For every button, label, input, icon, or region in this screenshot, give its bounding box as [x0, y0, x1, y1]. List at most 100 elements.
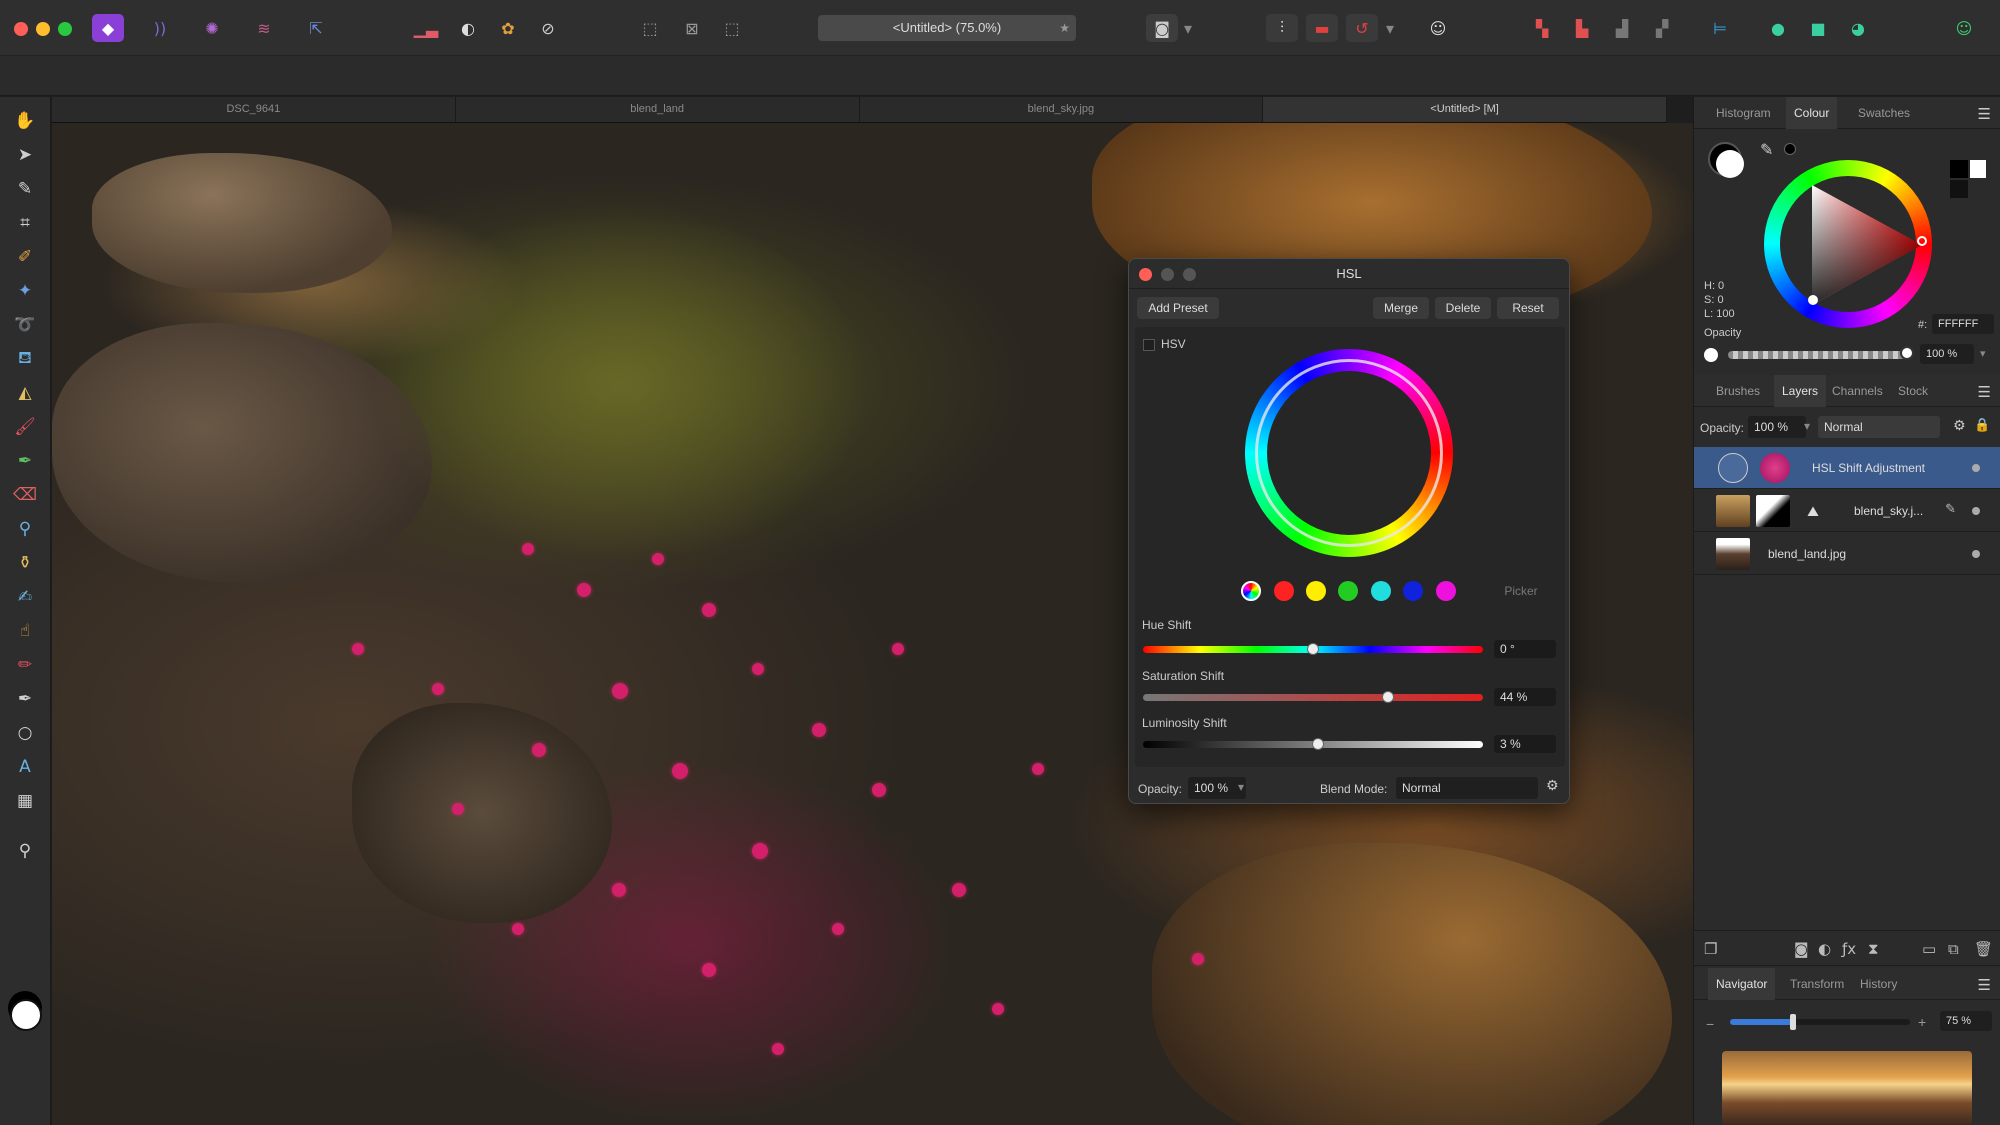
boolean-subtract-icon[interactable]: ■	[1802, 14, 1834, 42]
eyedropper-icon[interactable]: ✎	[1760, 140, 1773, 159]
hue-shift-slider[interactable]	[1143, 643, 1483, 655]
zoom-out-icon[interactable]: −	[1706, 1016, 1714, 1032]
zoom-window-button[interactable]	[58, 22, 72, 36]
tab-transform[interactable]: Transform	[1782, 968, 1852, 1000]
layer-row[interactable]: HSL Shift Adjustment	[1694, 447, 2000, 489]
selection-brush-icon[interactable]: ✐	[11, 243, 39, 271]
panel-menu-icon[interactable]: ☰	[1978, 383, 1991, 401]
hand-tool-icon[interactable]: ✋	[11, 107, 39, 135]
hue-marker[interactable]	[1917, 236, 1927, 246]
master-colour-swatch[interactable]	[1241, 581, 1261, 601]
picker-button[interactable]: Picker	[1496, 582, 1546, 600]
paint-brush-icon[interactable]: 🖌	[11, 413, 39, 441]
navigator-preview[interactable]	[1722, 1051, 1972, 1125]
hue-range-ring[interactable]	[1255, 359, 1443, 547]
auto-colour-icon[interactable]: ✿	[492, 14, 524, 42]
tab-channels[interactable]: Channels	[1824, 375, 1891, 407]
move-tool-icon[interactable]: ➤	[11, 141, 39, 169]
opacity-slider[interactable]	[1728, 351, 1906, 359]
saturation-marker[interactable]	[1808, 295, 1818, 305]
group-icon[interactable]: ▭	[1922, 940, 1936, 958]
close-window-button[interactable]	[14, 22, 28, 36]
add-layer-icon[interactable]: ❐	[1704, 940, 1717, 958]
doc-tab-dsc-9641[interactable]: DSC_9641	[52, 97, 456, 122]
close-dialog-button[interactable]	[1139, 268, 1152, 281]
panel-menu-icon[interactable]: ☰	[1978, 976, 1991, 994]
gradient-tool-icon[interactable]: ◭	[11, 379, 39, 407]
tab-history[interactable]: History	[1852, 968, 1905, 1000]
reset-button[interactable]: Reset	[1497, 297, 1559, 319]
ellipse-tool-icon[interactable]: ○	[11, 719, 39, 747]
layer-row[interactable]: ⛰ blend_sky.j... ✎	[1694, 490, 2000, 532]
flip-icon[interactable]: ▬	[1306, 14, 1338, 42]
invert-selection-icon[interactable]: ⬚	[716, 14, 748, 42]
zoom-knob[interactable]	[1790, 1014, 1796, 1030]
crop-tool-icon[interactable]: ⌗	[11, 209, 39, 237]
hue-shift-value[interactable]: 0 °	[1494, 640, 1556, 658]
clone-brush-icon[interactable]: ⚱	[11, 549, 39, 577]
doc-tab-blend-land[interactable]: blend_land	[456, 97, 860, 122]
white-swatch[interactable]	[1970, 160, 1986, 178]
minimize-dialog-button[interactable]	[1161, 268, 1174, 281]
saturation-shift-slider[interactable]	[1143, 691, 1483, 703]
tone-mapping-persona-icon[interactable]: ≋	[248, 14, 280, 42]
document-title[interactable]: <Untitled> (75.0%) ★	[818, 15, 1076, 41]
yellow-swatch[interactable]	[1306, 581, 1326, 601]
flood-select-icon[interactable]: ✦	[11, 277, 39, 305]
text-tool-icon[interactable]: A	[11, 753, 39, 781]
boolean-intersect-icon[interactable]: ◕	[1842, 14, 1874, 42]
layer-row[interactable]: blend_land.jpg	[1694, 533, 2000, 575]
arrange-front-icon[interactable]: ▚	[1526, 14, 1558, 42]
red-swatch[interactable]	[1274, 581, 1294, 601]
magenta-swatch[interactable]	[1436, 581, 1456, 601]
hue-shift-knob[interactable]	[1307, 643, 1319, 655]
layers-blend-mode-select[interactable]: Normal	[1818, 416, 1940, 438]
zoom-in-icon[interactable]: +	[1918, 1014, 1926, 1030]
luminosity-shift-value[interactable]: 3 %	[1494, 735, 1556, 753]
lock-icon[interactable]: 🔒	[1974, 418, 1990, 433]
color-picker-tool-icon[interactable]: ✎	[11, 175, 39, 203]
gear-icon[interactable]: ⚙	[1953, 418, 1966, 434]
layer-visibility-toggle[interactable]	[1972, 507, 1980, 515]
liquify-persona-icon[interactable]: ))	[144, 14, 176, 42]
duplicate-icon[interactable]: ⧉	[1948, 940, 1959, 958]
arrange-back-icon[interactable]: ▞	[1646, 14, 1678, 42]
gear-icon[interactable]: ⚙	[1546, 778, 1559, 794]
cyan-swatch[interactable]	[1371, 581, 1391, 601]
erase-brush-icon[interactable]: ⌫	[11, 481, 39, 509]
foreground-colour-swatch[interactable]	[10, 999, 42, 1031]
luminosity-shift-knob[interactable]	[1312, 738, 1325, 750]
rotate-icon[interactable]: ↺	[1346, 14, 1378, 42]
delete-button[interactable]: Delete	[1435, 297, 1491, 319]
colour-opacity-field[interactable]: 100 %	[1920, 344, 1974, 364]
layer-visibility-toggle[interactable]	[1972, 464, 1980, 472]
zoom-tool-icon[interactable]: ⚲	[11, 837, 39, 865]
chevron-down-icon[interactable]: ▾	[1238, 780, 1244, 794]
histogram-icon[interactable]: ▁▃	[410, 14, 442, 42]
tab-brushes[interactable]: Brushes	[1708, 375, 1768, 407]
add-preset-button[interactable]: Add Preset	[1137, 297, 1219, 319]
zoom-dialog-button[interactable]	[1183, 268, 1196, 281]
tab-histogram[interactable]: Histogram	[1708, 97, 1779, 129]
chevron-down-icon[interactable]: ▾	[1382, 14, 1398, 42]
saturation-shift-knob[interactable]	[1381, 691, 1394, 703]
add-adjustment-icon[interactable]: ◐	[1818, 940, 1831, 958]
merge-button[interactable]: Merge	[1373, 297, 1429, 319]
add-mask-icon[interactable]: ◙	[1794, 940, 1809, 958]
auto-white-balance-icon[interactable]: ⊘	[532, 14, 564, 42]
align-left-icon[interactable]: ⊨	[1704, 14, 1736, 42]
opacity-knob[interactable]	[1900, 346, 1914, 360]
tab-stock[interactable]: Stock	[1890, 375, 1936, 407]
blend-mode-select[interactable]: Normal	[1396, 777, 1538, 799]
arrange-backward-icon[interactable]: ▟	[1606, 14, 1638, 42]
layer-visibility-toggle[interactable]	[1972, 550, 1980, 558]
blue-swatch[interactable]	[1403, 581, 1423, 601]
flood-fill-icon[interactable]: ⛾	[11, 345, 39, 373]
saturation-shift-value[interactable]: 44 %	[1494, 688, 1556, 706]
color-replacement-icon[interactable]: ✒	[11, 447, 39, 475]
hsv-checkbox[interactable]	[1143, 339, 1155, 351]
minimize-window-button[interactable]	[36, 22, 50, 36]
zoom-slider[interactable]	[1730, 1014, 1910, 1030]
select-all-icon[interactable]: ⬚	[634, 14, 666, 42]
black-swatch[interactable]	[1950, 160, 1968, 178]
